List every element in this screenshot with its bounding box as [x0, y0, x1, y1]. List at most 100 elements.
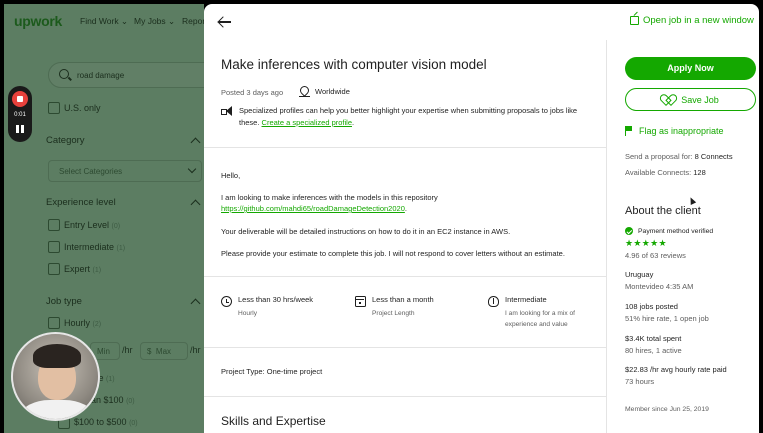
description-line-3: Please provide your estimate to complete… [221, 249, 565, 258]
hires-count: 80 hires, 1 active [625, 346, 682, 355]
section-divider [204, 147, 606, 148]
mouse-cursor [687, 196, 697, 205]
duration-type: Project Length [372, 310, 415, 317]
search-icon [59, 69, 69, 79]
client-country: Uruguay [625, 270, 654, 279]
calendar-icon [355, 296, 366, 307]
flag-label: Flag as inappropriate [639, 126, 724, 136]
intermediate-checkbox[interactable] [48, 241, 60, 253]
recording-time: 0:01 [14, 112, 26, 118]
create-specialized-profile-link[interactable]: Create a specialized profile [262, 118, 352, 127]
posted-time: Posted 3 days ago [221, 88, 284, 97]
experience-value: Intermediate [505, 295, 547, 304]
available-connects: Available Connects: 128 [625, 168, 706, 177]
job-detail-panel: Open job in a new window Make inferences… [204, 4, 759, 433]
location-pin-icon [298, 84, 311, 98]
column-divider [606, 40, 607, 433]
job-title: Make inferences with computer vision mod… [221, 57, 487, 72]
us-only-label: U.S. only [64, 103, 101, 113]
rate-max-input[interactable]: $ Max [140, 342, 188, 360]
category-select[interactable]: Select Categories [48, 160, 202, 182]
total-hours: 73 hours [625, 377, 655, 386]
experience-description: I am looking for a mix of experience and… [505, 310, 575, 328]
webcam-overlay [11, 332, 100, 421]
stop-recording-icon[interactable] [12, 91, 28, 107]
payment-verified-label: Payment method verified [638, 227, 714, 235]
chevron-up-icon[interactable] [190, 199, 201, 210]
client-city-time: Montevideo 4:35 AM [625, 282, 694, 291]
hourly-checkbox[interactable] [48, 317, 60, 329]
flag-icon [625, 126, 633, 136]
category-heading: Category [46, 135, 85, 146]
location-label: Worldwide [315, 87, 350, 96]
duration-feature: Less than a month Project Length [355, 295, 434, 319]
save-job-button[interactable]: Save Job [625, 88, 756, 111]
nav-reports[interactable]: Repor [182, 16, 204, 26]
chevron-up-icon[interactable] [190, 137, 201, 148]
section-divider [204, 347, 606, 348]
flag-inappropriate-link[interactable]: Flag as inappropriate [625, 126, 724, 136]
description-line-2: Your deliverable will be detailed instru… [221, 227, 511, 236]
back-arrow-icon[interactable] [217, 14, 233, 30]
verified-check-icon [625, 227, 633, 235]
description-repo: https://github.com/mahdi65/roadDamageDet… [221, 204, 407, 213]
pause-icon[interactable] [16, 125, 24, 133]
webcam-person [21, 400, 93, 419]
expert-label: Expert (1) [64, 264, 102, 274]
description-greeting: Hello, [221, 171, 241, 180]
expert-checkbox[interactable] [48, 263, 60, 275]
brain-icon [488, 296, 499, 307]
us-only-checkbox[interactable] [48, 102, 60, 114]
jobs-posted: 108 jobs posted [625, 302, 678, 311]
tip-text: Specialized profiles can help you better… [239, 106, 578, 127]
experience-heading: Experience level [46, 197, 116, 208]
clock-icon [221, 296, 232, 307]
upwork-logo[interactable]: upwork [14, 13, 62, 29]
send-proposal-connects: Send a proposal for: 8 Connects [625, 152, 733, 161]
section-divider [204, 396, 606, 397]
screen-recorder-widget: 0:01 [8, 86, 32, 142]
job-location: Worldwide [298, 84, 350, 98]
total-spent: $3.4K total spent [625, 334, 682, 343]
description-line-1: I am looking to make inferences with the… [221, 193, 438, 202]
avg-hourly-rate: $22.83 /hr avg hourly rate paid [625, 365, 727, 374]
rating-stars: ★★★★★ [625, 238, 667, 248]
entry-level-label: Entry Level (0) [64, 220, 121, 230]
rate-unit: /hr [190, 345, 201, 355]
external-link-icon [630, 16, 639, 25]
search-input[interactable]: road damage [48, 62, 204, 88]
experience-feature: Intermediate I am looking for a mix of ex… [488, 295, 587, 330]
chevron-up-icon[interactable] [190, 298, 201, 309]
hourly-label: Hourly (2) [64, 318, 102, 328]
entry-level-checkbox[interactable] [48, 219, 60, 231]
chevron-down-icon [187, 164, 197, 174]
heart-icon [662, 95, 673, 104]
hire-rate: 51% hire rate, 1 open job [625, 314, 709, 323]
workload-feature: Less than 30 hrs/week Hourly [221, 295, 313, 319]
intermediate-label: Intermediate (1) [64, 242, 126, 252]
search-value: road damage [77, 71, 125, 80]
category-placeholder: Select Categories [59, 167, 123, 176]
job-type-heading: Job type [46, 296, 82, 307]
duration-value: Less than a month [372, 295, 434, 304]
open-job-new-window-label: Open job in a new window [643, 15, 754, 26]
megaphone-icon [221, 106, 233, 116]
nav-find-work[interactable]: Find Work ⌄ [80, 16, 128, 27]
apply-now-button[interactable]: Apply Now [625, 57, 756, 80]
section-divider [204, 276, 606, 277]
specialized-profile-tip: Specialized profiles can help you better… [221, 105, 599, 129]
save-job-label: Save Job [681, 94, 719, 105]
open-job-new-window-link[interactable]: Open job in a new window [630, 15, 754, 26]
webcam-hair [33, 344, 81, 368]
workload-value: Less than 30 hrs/week [238, 295, 314, 304]
skills-heading: Skills and Expertise [221, 414, 326, 428]
project-type: Project Type: One-time project [221, 367, 323, 376]
repository-link[interactable]: https://github.com/mahdi65/roadDamageDet… [221, 204, 405, 213]
nav-my-jobs[interactable]: My Jobs ⌄ [134, 16, 175, 27]
workload-type: Hourly [238, 310, 258, 317]
top-nav: upwork Find Work ⌄ My Jobs ⌄ Repor [4, 4, 204, 38]
member-since: Member since Jun 25, 2019 [625, 406, 709, 413]
rating-text: 4.96 of 63 reviews [625, 251, 686, 260]
rate-unit: /hr [122, 345, 133, 355]
about-client-heading: About the client [625, 205, 701, 217]
